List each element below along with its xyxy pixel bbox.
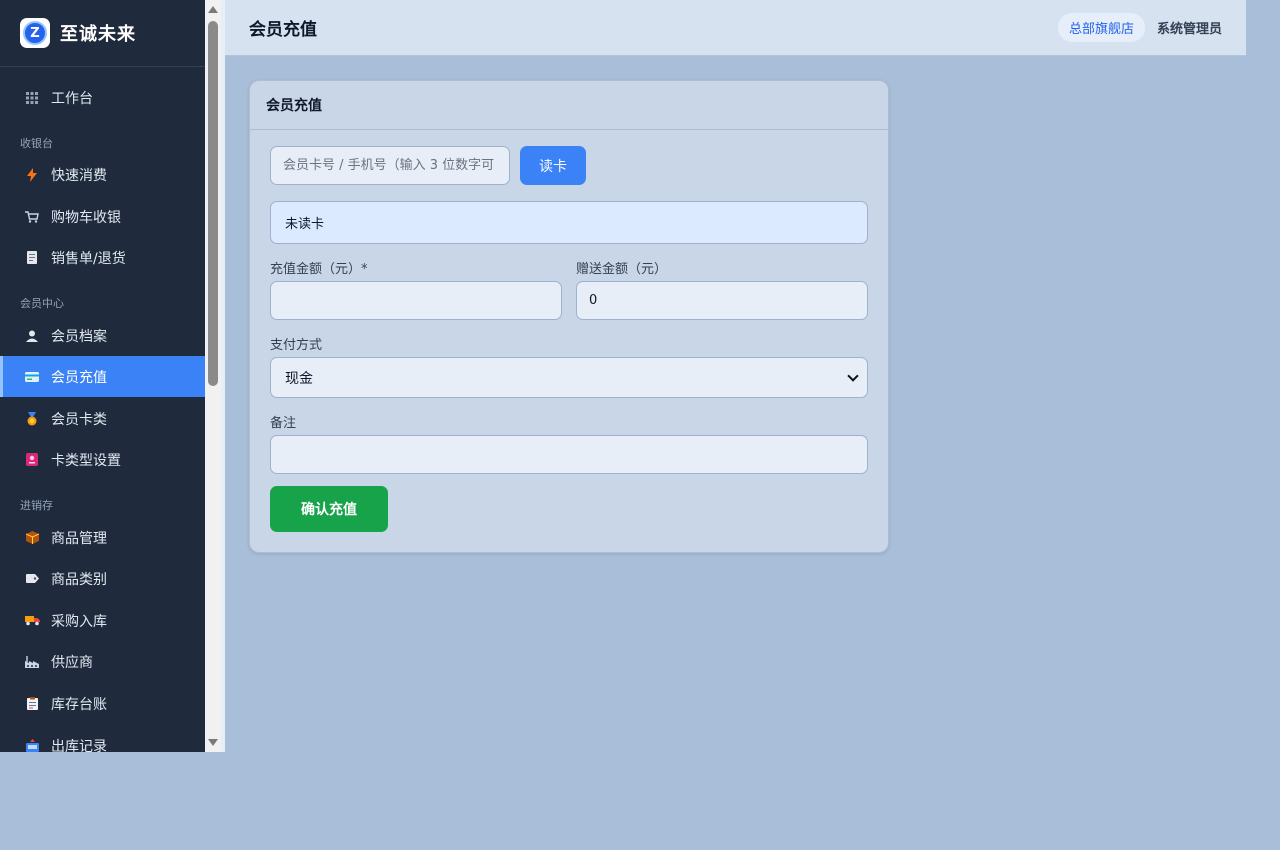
card-settings-icon [24,452,40,468]
sidebar-scrollbar[interactable] [205,0,221,752]
sidebar-item-label: 会员充值 [51,369,107,386]
sidebar: Z 至诚未来 工作台 收银台 快速消费 购物车收银 销售单/退货 会员中心 会员… [0,0,205,752]
outbox-icon [24,738,40,752]
sidebar-item-member-card-types[interactable]: 会员卡类 [0,398,205,439]
section-member: 会员中心 [20,297,64,310]
sidebar-item-workbench[interactable]: 工作台 [0,77,205,118]
confirm-recharge-button[interactable]: 确认充值 [270,486,388,532]
remark-input[interactable] [270,435,868,474]
logo-icon: Z [23,21,47,45]
user-icon [24,328,40,344]
cart-icon [24,209,40,225]
store-badge[interactable]: 总部旗舰店 [1057,13,1145,42]
sidebar-item-card-type-settings[interactable]: 卡类型设置 [0,439,205,480]
box-icon [24,530,40,546]
tag-icon [24,571,40,587]
sidebar-item-label: 采购入库 [51,613,107,630]
sidebar-divider [221,0,225,752]
payment-method-select[interactable]: 现金 [270,357,868,398]
card-status: 未读卡 [270,201,868,244]
brand: Z 至诚未来 [0,0,205,67]
lightning-icon [24,167,40,183]
factory-icon [24,654,40,670]
sidebar-item-label: 购物车收银 [51,209,121,226]
sidebar-item-label: 工作台 [51,90,93,107]
brand-name: 至诚未来 [60,24,136,45]
remark-label: 备注 [270,416,297,431]
sidebar-item-label: 快速消费 [51,167,107,184]
section-cashier: 收银台 [20,137,53,150]
read-card-button[interactable]: 读卡 [520,146,586,185]
section-inventory: 进销存 [20,499,53,512]
recharge-card: 会员充值 读卡 未读卡 充值金额（元）* 赠送金额（元） 支付方式 现金 备注 … [249,80,889,553]
top-header: 会员充值 总部旗舰店 系统管理员 [225,0,1246,56]
header-right: 总部旗舰店 系统管理员 [1057,13,1222,42]
page-title: 会员充值 [249,20,317,40]
sidebar-item-label: 销售单/退货 [51,250,126,267]
sidebar-item-member-profile[interactable]: 会员档案 [0,315,205,356]
truck-icon [24,613,40,629]
payment-selected-value: 现金 [285,370,313,387]
sidebar-item-label: 会员档案 [51,328,107,345]
clipboard-icon [24,696,40,712]
sidebar-item-label: 卡类型设置 [51,452,121,469]
sidebar-item-label: 出库记录 [51,738,107,753]
medal-icon [24,411,40,427]
scroll-thumb[interactable] [208,21,218,386]
sidebar-item-supplier[interactable]: 供应商 [0,641,205,682]
sidebar-item-quick-consume[interactable]: 快速消费 [0,154,205,195]
amount-label: 充值金额（元）* [270,262,368,277]
card-status-text: 未读卡 [285,217,325,232]
sidebar-item-cart-checkout[interactable]: 购物车收银 [0,196,205,237]
sidebar-item-outbound-records[interactable]: 出库记录 [0,725,205,752]
sidebar-item-product-management[interactable]: 商品管理 [0,517,205,558]
sidebar-item-label: 供应商 [51,654,93,671]
sidebar-item-label: 会员卡类 [51,411,107,428]
scroll-up-icon[interactable] [208,6,218,13]
bonus-label: 赠送金额（元） [576,262,668,277]
receipt-icon [24,250,40,266]
sidebar-item-sales-return[interactable]: 销售单/退货 [0,237,205,278]
sidebar-item-member-recharge[interactable]: 会员充值 [0,356,205,397]
payment-label: 支付方式 [270,338,323,353]
card-icon [24,369,40,385]
brand-logo: Z [20,18,50,48]
card-title: 会员充值 [250,81,888,130]
recharge-amount-input[interactable] [270,281,562,320]
grid-icon [24,90,40,106]
current-user[interactable]: 系统管理员 [1157,18,1222,37]
member-search-input[interactable] [270,146,510,185]
chevron-down-icon [847,369,859,382]
bonus-amount-input[interactable] [576,281,868,320]
scroll-down-icon[interactable] [208,739,218,746]
sidebar-item-label: 商品管理 [51,530,107,547]
sidebar-item-label: 库存台账 [51,696,107,713]
sidebar-item-purchase-inbound[interactable]: 采购入库 [0,600,205,641]
sidebar-item-inventory-ledger[interactable]: 库存台账 [0,683,205,724]
sidebar-item-product-category[interactable]: 商品类别 [0,558,205,599]
sidebar-item-label: 商品类别 [51,571,107,588]
